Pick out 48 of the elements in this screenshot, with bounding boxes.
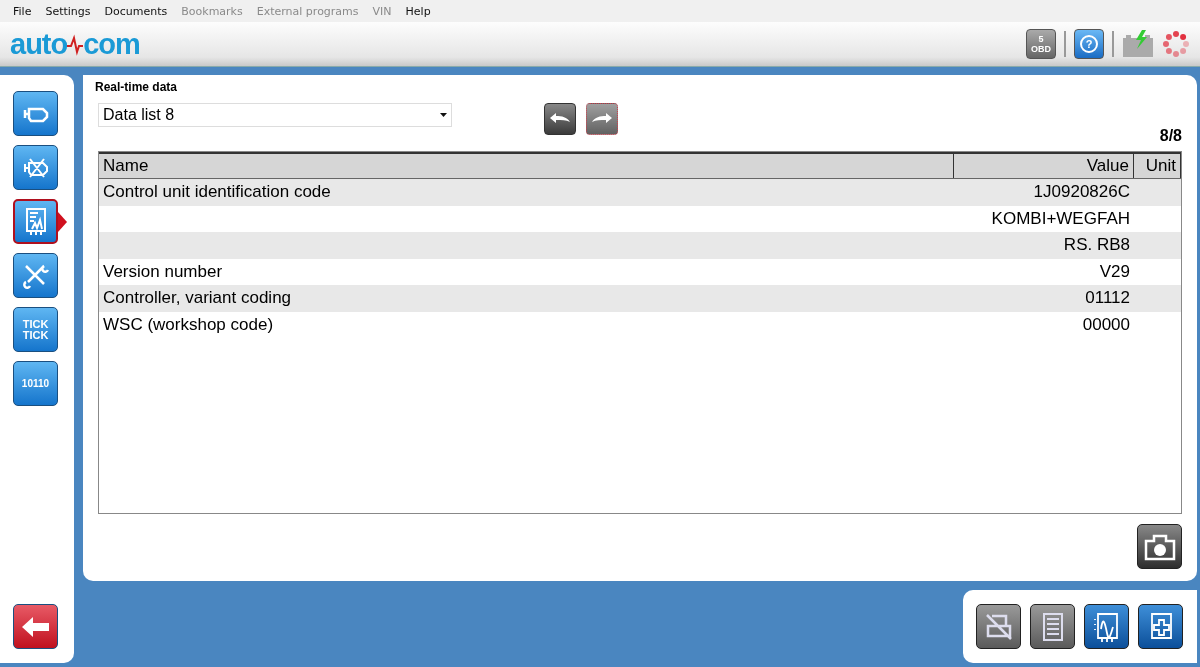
table-row[interactable]: RS. RB8 bbox=[99, 232, 1181, 259]
table-cell-text: RS. RB8 bbox=[1062, 234, 1131, 257]
help-label: ? bbox=[1085, 38, 1093, 50]
next-button[interactable] bbox=[586, 103, 618, 135]
table-cell-text: Version number bbox=[102, 260, 224, 283]
crossed-printer-icon bbox=[983, 611, 1014, 642]
column-header[interactable]: Value bbox=[954, 154, 1134, 178]
list-icon bbox=[1040, 611, 1065, 642]
dropdown-caret-icon bbox=[440, 113, 447, 117]
sidebar-button[interactable] bbox=[13, 91, 58, 136]
selection-pointer-icon bbox=[58, 211, 67, 232]
binary-label: 10110 bbox=[21, 378, 50, 389]
page-counter: 8/8 bbox=[1159, 127, 1182, 145]
curved-right-arrow-icon bbox=[591, 112, 613, 126]
table-cell-text: KOMBI+WEGFAH bbox=[990, 207, 1131, 230]
toolbar-button[interactable] bbox=[1084, 604, 1129, 649]
sidebar-button[interactable] bbox=[13, 253, 58, 298]
camera-button[interactable] bbox=[1137, 524, 1182, 569]
tick-label: TICK TICK bbox=[21, 318, 50, 341]
table-cell-text: V29 bbox=[1098, 260, 1131, 283]
table-cell-text: Control unit identification code bbox=[102, 181, 332, 204]
logo-text: com bbox=[83, 27, 140, 61]
menu-item[interactable]: File bbox=[6, 4, 39, 18]
previous-button[interactable] bbox=[544, 103, 576, 135]
monitor-graph-icon bbox=[23, 206, 48, 237]
table-cell-text: WSC (workshop code) bbox=[102, 313, 275, 336]
sidebar-button[interactable] bbox=[13, 145, 58, 190]
table-row[interactable]: Control unit identification code 1J0920826C bbox=[99, 179, 1181, 206]
menu-item[interactable]: Settings bbox=[38, 4, 98, 18]
left-arrow-icon bbox=[20, 615, 51, 638]
menu-item[interactable]: Documents bbox=[97, 4, 175, 18]
data-list-dropdown[interactable]: Data list 8 bbox=[98, 103, 452, 127]
menu-item[interactable]: Help bbox=[398, 4, 438, 18]
table-cell-text: 1J0920826C bbox=[1032, 181, 1131, 204]
toolbar-button[interactable] bbox=[1138, 604, 1183, 649]
logo-text: auto bbox=[10, 27, 68, 61]
monitor-graph-icon bbox=[1092, 610, 1121, 643]
camera-icon bbox=[1142, 532, 1177, 561]
table-row[interactable]: Controller, variant coding 01112 bbox=[99, 285, 1181, 312]
table-cell-text: 01112 bbox=[1084, 287, 1131, 310]
table-cell-text: Controller, variant coding bbox=[102, 287, 293, 310]
back-button[interactable] bbox=[13, 604, 58, 649]
column-header[interactable]: Name bbox=[99, 154, 954, 178]
crossed-engine-icon bbox=[22, 156, 49, 179]
table-cell-text: 00000 bbox=[1081, 313, 1131, 336]
curved-left-arrow-icon bbox=[549, 112, 571, 126]
sidebar-button[interactable] bbox=[13, 199, 58, 244]
column-header[interactable]: Unit bbox=[1134, 154, 1181, 178]
